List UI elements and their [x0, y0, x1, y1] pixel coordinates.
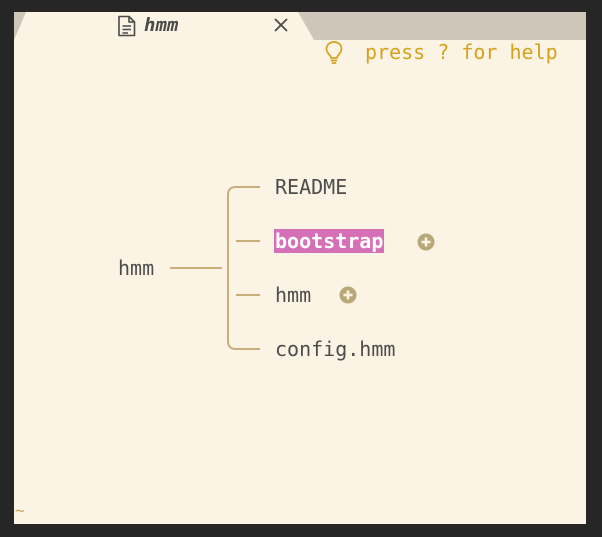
plus-circle-icon[interactable] — [339, 286, 357, 304]
tree-node-readme[interactable]: README — [275, 175, 347, 199]
empty-line-marker: ~ — [15, 501, 25, 520]
tree-node-config[interactable]: config.hmm — [275, 337, 395, 361]
plus-circle-icon[interactable] — [417, 233, 435, 251]
tree-node-hmm[interactable]: hmm — [275, 283, 311, 307]
tree-node-bootstrap-selected[interactable]: bootstrap — [274, 229, 385, 253]
tree-node-root[interactable]: hmm — [118, 256, 154, 280]
editor-window: hmm press ? for help hmm README bootstra — [14, 12, 586, 524]
tree-connectors — [170, 186, 260, 350]
